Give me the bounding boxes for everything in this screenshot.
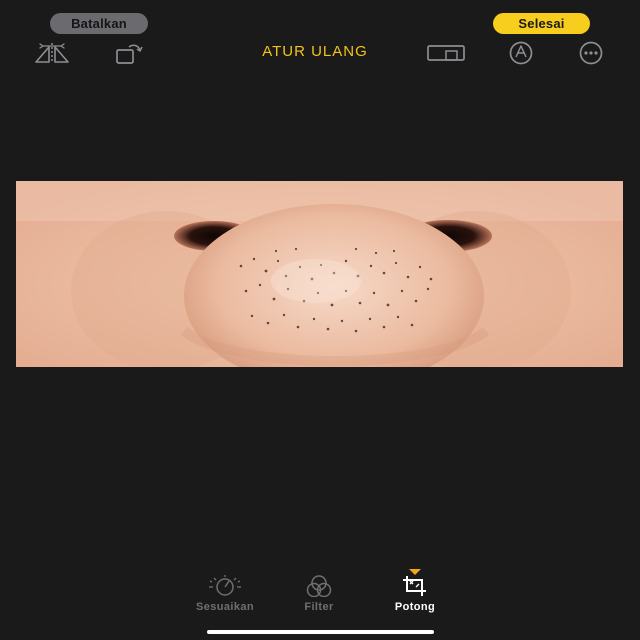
filter-circles-icon [306,575,332,597]
crop-icon [403,576,426,596]
cancel-button[interactable]: Batalkan [50,13,148,34]
done-button[interactable]: Selesai [493,13,590,34]
rotate-icon[interactable] [104,40,150,66]
reset-button[interactable]: ATUR ULANG [230,43,400,60]
tab-filter[interactable]: Filter [274,575,364,613]
tab-sesuaikan[interactable]: Sesuaikan [180,575,270,613]
photo-canvas[interactable] [16,181,623,367]
markup-icon[interactable] [498,40,544,66]
home-indicator [207,630,434,634]
tab-label: Potong [394,601,436,613]
more-icon[interactable] [568,40,614,66]
flip-horizontal-icon[interactable] [29,40,75,66]
aspect-ratio-icon[interactable] [423,40,469,66]
tab-potong[interactable]: Potong [370,575,460,613]
tab-label: Sesuaikan [195,601,255,613]
adjust-dial-icon [209,575,241,596]
tab-label: Filter [304,601,334,613]
